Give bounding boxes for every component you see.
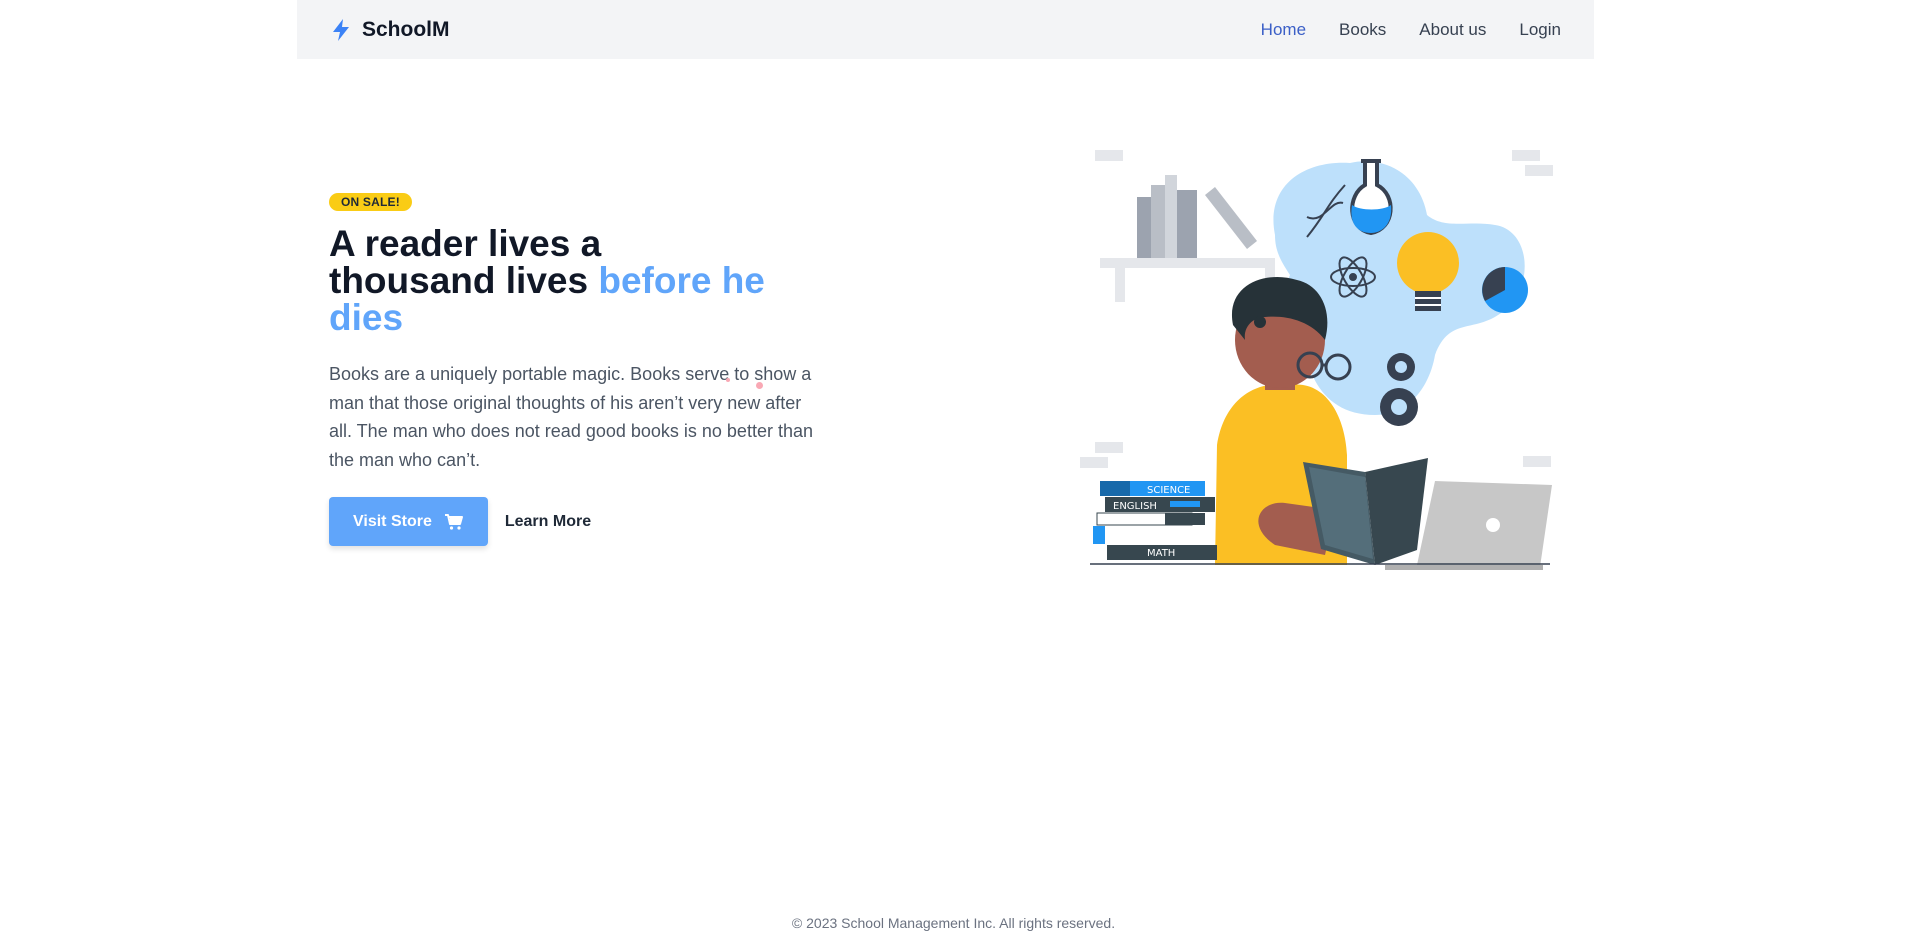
navbar: SchoolM Home Books About us Login (297, 0, 1594, 59)
cart-icon (444, 513, 463, 530)
pie-chart-icon (1482, 267, 1528, 313)
sale-badge: ON SALE! (329, 193, 412, 211)
book-english-label: ENGLISH (1113, 501, 1157, 512)
brand[interactable]: SchoolM (330, 18, 450, 42)
nav-login[interactable]: Login (1519, 20, 1561, 40)
book-stack: SCIENCE ENGLISH MATH (1093, 481, 1217, 560)
nav-about[interactable]: About us (1419, 20, 1486, 40)
headline-line-2: thousand lives (329, 260, 599, 301)
book-science-label: SCIENCE (1147, 485, 1190, 496)
open-book (1303, 458, 1428, 565)
reader-illustration: E = mc² SCIENCE ENGLISH MATH (1080, 150, 1553, 570)
hero-description: Books are a uniquely portable magic. Boo… (329, 364, 813, 470)
decorative-dot (756, 382, 763, 389)
hero-actions: Visit Store Learn More (329, 497, 849, 546)
decorative-dot (726, 378, 730, 382)
hero-content: ON SALE! A reader lives a thousand lives… (329, 193, 849, 546)
footer-copyright: © 2023 School Management Inc. All rights… (791, 915, 1116, 931)
visit-store-label: Visit Store (353, 512, 432, 530)
hero-headline: A reader lives a thousand lives before h… (329, 225, 849, 336)
nav-books[interactable]: Books (1339, 20, 1386, 40)
site-footer: © 2023 School Management Inc. All rights… (0, 915, 1907, 931)
main-nav: Home Books About us Login (1261, 20, 1561, 40)
brand-name: SchoolM (362, 17, 450, 41)
book-math-label: MATH (1147, 548, 1175, 559)
formula-text: E = mc² (1450, 325, 1509, 355)
bolt-icon (333, 18, 349, 41)
nav-home[interactable]: Home (1261, 20, 1306, 40)
learn-more-button[interactable]: Learn More (505, 513, 591, 531)
visit-store-button[interactable]: Visit Store (329, 497, 488, 546)
headline-line-1: A reader lives a (329, 223, 602, 264)
bookshelf (1100, 175, 1275, 302)
